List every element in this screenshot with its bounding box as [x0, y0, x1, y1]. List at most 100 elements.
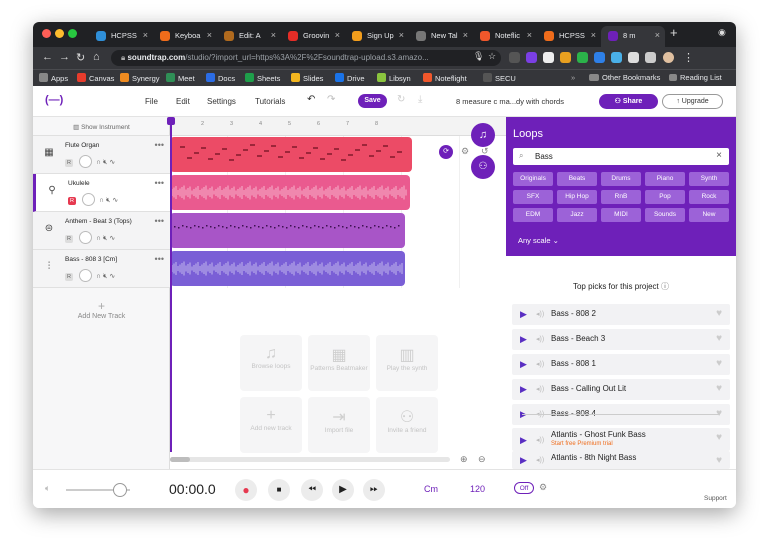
bookmark-star-icon[interactable]: ☆ — [488, 51, 496, 62]
filter-chip[interactable]: Piano — [645, 172, 685, 186]
extension-icon[interactable] — [611, 52, 622, 63]
track-header[interactable]: ⚲ Ukulele ••• R ∩ 🔇︎ ∿ — [33, 174, 170, 212]
extension-icon[interactable] — [560, 52, 571, 63]
browser-tab[interactable]: Noteflic × — [473, 26, 537, 47]
track-clip[interactable] — [170, 175, 410, 210]
bookmark-item[interactable]: Drive — [335, 73, 365, 83]
zoom-out-icon[interactable]: ⊖ — [478, 454, 486, 465]
loop-item[interactable]: ▶ ◂)) Bass - 808 1 ♥ — [512, 354, 730, 375]
close-tab-icon[interactable]: × — [335, 30, 340, 40]
timeline[interactable]: 2345678 ♫ Browse loops ▦ Patterns Beatmaker… — [167, 117, 506, 469]
forward-icon[interactable]: → — [59, 51, 70, 63]
loops-search-input[interactable]: ⌕ Bass × — [513, 148, 729, 165]
other-bookmarks-folder[interactable]: Other Bookmarks — [589, 73, 660, 82]
browser-tab[interactable]: HCPSS × — [89, 26, 153, 47]
add-new-track-button[interactable]: + Add New Track — [33, 299, 170, 320]
reload-icon[interactable]: ↻ — [76, 51, 85, 64]
browser-tab[interactable]: Sign Up × — [345, 26, 409, 47]
filter-chip[interactable]: EDM — [513, 208, 553, 222]
menu-edit[interactable]: Edit — [176, 97, 190, 106]
loop-item[interactable]: ▶ ◂)) Bass - Beach 3 ♥ — [512, 329, 730, 350]
mute-icon[interactable]: 🔇︎ — [103, 273, 107, 280]
browser-tab[interactable]: HCPSS × — [537, 26, 601, 47]
timeline-ruler[interactable]: 2 3 4 5 6 7 8 — [170, 117, 506, 136]
loop-toggle-icon[interactable]: ⟳ — [439, 145, 453, 159]
bookmark-item[interactable]: Libsyn — [377, 73, 411, 83]
bookmark-item[interactable]: Canvas — [77, 73, 114, 83]
show-instrument-button[interactable]: ▥ Show Instrument — [33, 117, 170, 136]
home-icon[interactable]: ⌂ — [93, 51, 100, 63]
track-clip[interactable] — [170, 213, 405, 248]
reading-list-button[interactable]: Reading List — [669, 73, 722, 82]
play-icon[interactable]: ▶ — [520, 309, 527, 320]
browser-tab[interactable]: Edit: A × — [217, 26, 281, 47]
playhead-handle[interactable] — [167, 117, 175, 125]
filter-chip[interactable]: Hip Hop — [557, 190, 597, 204]
empty-state-action[interactable]: ▥ Play the synth — [376, 335, 438, 391]
play-icon[interactable]: ▶ — [520, 435, 527, 446]
favorite-heart-icon[interactable]: ♥ — [716, 358, 722, 369]
filter-chip[interactable]: Jazz — [557, 208, 597, 222]
play-icon[interactable]: ▶ — [520, 455, 527, 466]
record-arm-button[interactable]: R — [65, 273, 73, 281]
close-tab-icon[interactable]: × — [271, 30, 276, 40]
filter-chip[interactable]: Pop — [645, 190, 685, 204]
automation-icon[interactable]: ∿ — [109, 273, 115, 280]
bookmark-item[interactable]: Apps — [39, 73, 68, 83]
filter-chip[interactable]: Originals — [513, 172, 553, 186]
bookmark-item[interactable]: Noteflight — [423, 73, 467, 83]
playhead[interactable] — [170, 117, 172, 452]
menu-tutorials[interactable]: Tutorials — [255, 97, 285, 106]
close-tab-icon[interactable]: × — [591, 30, 596, 40]
browser-tab[interactable]: 8 m × — [601, 26, 665, 47]
tempo-field[interactable]: 120 — [470, 484, 485, 494]
mute-icon[interactable]: 🔇︎ — [103, 235, 107, 242]
play-icon[interactable]: ▶ — [520, 334, 527, 345]
fast-forward-button[interactable]: ⏩︎ — [363, 479, 385, 501]
extension-icon[interactable] — [577, 52, 588, 63]
bookmark-item[interactable]: Docs — [206, 73, 235, 83]
extension-icon[interactable] — [645, 52, 656, 63]
filter-chip[interactable]: RnB — [601, 190, 641, 204]
metronome-settings-icon[interactable]: ⚙ — [539, 482, 547, 493]
soundtrap-logo[interactable]: (—) — [45, 94, 63, 106]
info-icon[interactable]: ⓘ — [661, 282, 669, 291]
more-bookmarks-icon[interactable]: » — [571, 73, 575, 82]
menu-settings[interactable]: Settings — [207, 97, 236, 106]
volume-knob[interactable] — [79, 269, 92, 282]
bookmark-item[interactable]: SECU — [483, 73, 516, 83]
empty-state-action[interactable]: ⚇ Invite a friend — [376, 397, 438, 453]
scrollbar-thumb[interactable] — [170, 457, 190, 462]
mute-icon[interactable]: 🔇︎ — [106, 197, 110, 204]
new-tab-button[interactable]: + — [670, 25, 678, 40]
key-selector[interactable]: Cm — [424, 484, 438, 494]
track-options-icon[interactable]: ••• — [155, 216, 164, 226]
extension-icon[interactable] — [628, 52, 639, 63]
filter-chip[interactable]: Sounds — [645, 208, 685, 222]
undo-icon[interactable]: ↶ — [307, 94, 315, 105]
empty-state-action[interactable]: ▦ Patterns Beatmaker — [308, 335, 370, 391]
close-window-button[interactable] — [42, 29, 51, 38]
download-icon[interactable]: ⤓ — [418, 94, 422, 105]
volume-knob[interactable] — [82, 193, 95, 206]
back-icon[interactable]: ← — [42, 51, 53, 63]
more-menu-icon[interactable]: ⋮ — [683, 51, 694, 64]
track-name[interactable]: Anthem - Beat 3 (Tops) — [65, 218, 132, 225]
automation-icon[interactable]: ∿ — [109, 159, 115, 166]
loop-item[interactable]: ▶ ◂)) Atlantis - Ghost Funk Bass Start free… — [512, 428, 730, 451]
tab-search-icon[interactable]: ◉ — [718, 27, 726, 38]
settings-gear-icon[interactable]: ⚙ — [461, 146, 469, 157]
track-name[interactable]: Flute Organ — [65, 142, 99, 149]
support-link[interactable]: Support — [704, 495, 727, 502]
clear-search-icon[interactable]: × — [716, 150, 722, 161]
automation-icon[interactable]: ∿ — [109, 235, 115, 242]
zoom-in-icon[interactable]: ⊕ — [460, 454, 468, 465]
record-button[interactable]: ● — [235, 479, 257, 501]
track-clip[interactable] — [170, 251, 405, 286]
mic-icon[interactable]: 🎙︎ — [473, 51, 484, 62]
empty-state-action[interactable]: + Add new track — [240, 397, 302, 453]
scale-dropdown[interactable]: Any scale ⌄ — [518, 236, 559, 245]
automation-icon[interactable]: ∿ — [112, 197, 118, 204]
track-header[interactable]: ⫶ Bass - 808 3 [Cm] ••• R ∩ 🔇︎ ∿ — [33, 250, 170, 288]
rewind-button[interactable]: ⏪︎ — [301, 479, 323, 501]
